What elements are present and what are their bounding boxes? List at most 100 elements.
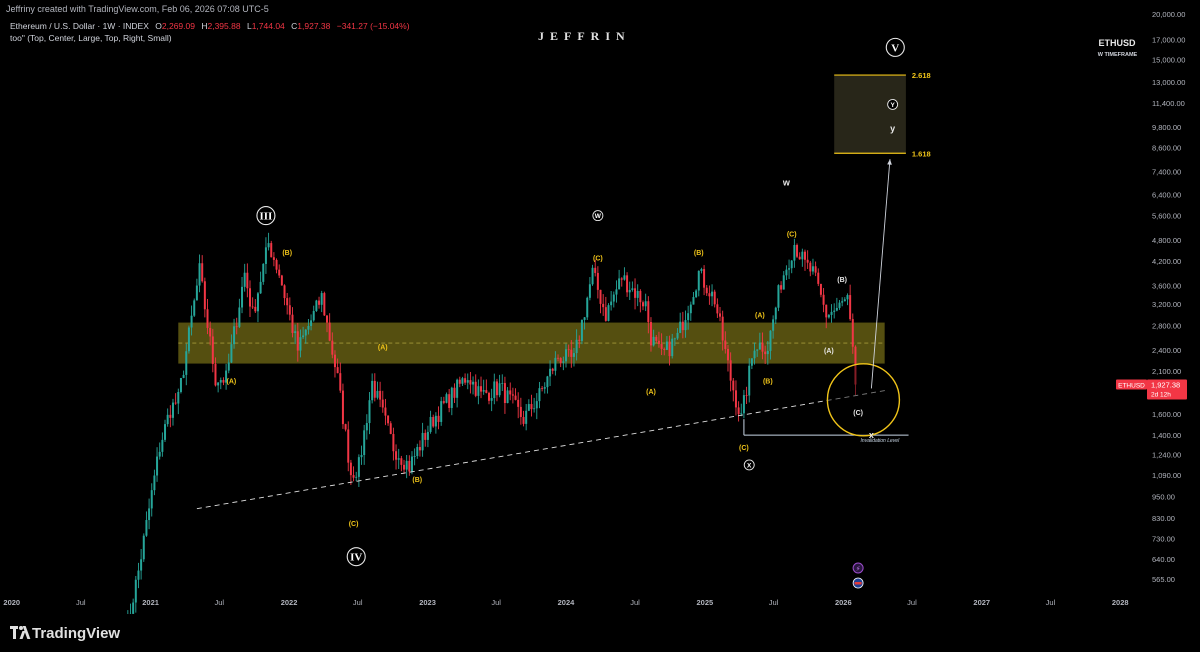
candle-body: [833, 310, 836, 312]
candle-body: [814, 266, 817, 273]
candle-body: [384, 407, 387, 416]
candle-body: [586, 297, 589, 318]
price-tick-label: 3,600.00: [1152, 282, 1181, 291]
price-tick-label: 565.00: [1152, 575, 1175, 584]
candle-body: [612, 294, 615, 302]
time-tick-label: 2021: [142, 598, 159, 607]
candle-body: [424, 432, 427, 440]
candle-body: [527, 404, 530, 411]
candle-body: [602, 303, 605, 308]
wave-label: w: [782, 178, 791, 188]
target-zone: [834, 75, 906, 154]
support-trendline: [196, 389, 888, 510]
candle-body: [222, 380, 225, 383]
candle-body: [493, 381, 496, 399]
candle-body: [631, 288, 634, 290]
candle-body: [636, 290, 639, 298]
candle-body: [169, 414, 172, 418]
price-chart[interactable]: 2.618 1.618 Invalidation Level III IV V W X Yw y x…: [0, 0, 1200, 614]
timeframe-label: W TIMEFRAME: [1097, 52, 1138, 58]
event-flag-stripe: [854, 582, 862, 585]
candle-body: [164, 424, 167, 440]
price-tick-label: 2,800.00: [1152, 321, 1181, 330]
price-tick-label: 11,400.00: [1152, 99, 1185, 108]
price-tick-label: 8,600.00: [1152, 144, 1181, 153]
time-tick-label: 2020: [3, 598, 20, 607]
wave-label: IV: [350, 552, 362, 564]
price-tick-label: 2,400.00: [1152, 346, 1181, 355]
candle-body: [198, 263, 201, 286]
candle-body: [846, 295, 849, 300]
candle-body: [501, 383, 504, 384]
indicator-legend[interactable]: too" (Top, Center, Large, Top, Right, Sm…: [10, 33, 172, 43]
candle-body: [509, 390, 512, 395]
candle-body: [772, 319, 775, 331]
candle-body: [145, 520, 148, 536]
price-tick-label: 6,400.00: [1152, 190, 1181, 199]
candle-body: [681, 321, 684, 331]
candle-body: [817, 272, 820, 284]
symbol-label: ETHUSD: [1098, 38, 1136, 48]
time-tick-label: 2025: [696, 598, 713, 607]
candle-body: [304, 329, 307, 336]
price-tick-label: 7,400.00: [1152, 167, 1181, 176]
candle-body: [740, 413, 743, 415]
candle-body: [655, 336, 658, 341]
wave-label: x: [869, 430, 874, 440]
time-tick-label: Jul: [630, 598, 640, 607]
symbol-price-tag-label: ETHUSD: [1118, 383, 1145, 390]
fib-label: 1.618: [912, 149, 931, 158]
high-value: 2,395.88: [207, 21, 241, 31]
time-tick-label: Jul: [769, 598, 779, 607]
candle-body: [777, 285, 780, 308]
candle-body: [580, 319, 583, 341]
candle-body: [546, 376, 549, 388]
candle-body: [349, 462, 352, 476]
candle-body: [480, 386, 483, 392]
candle-body: [703, 269, 706, 288]
candle-body: [233, 326, 236, 345]
tradingview-logo-text: TradingView: [32, 625, 121, 642]
candle-body: [705, 287, 708, 294]
price-tick-label: 3,200.00: [1152, 300, 1181, 309]
candle-body: [190, 315, 193, 328]
candle-body: [572, 353, 575, 357]
price-tick-label: 1,090.00: [1152, 471, 1181, 480]
candle-body: [788, 268, 791, 270]
candle-body: [267, 243, 270, 248]
price-tick-label: 640.00: [1152, 555, 1175, 564]
candle-body: [588, 284, 591, 298]
candle-body: [697, 270, 700, 291]
wave-label: (A): [227, 378, 237, 385]
candle-body: [171, 402, 174, 418]
candle-body: [426, 431, 429, 440]
candle-body: [211, 336, 214, 364]
candle-body: [827, 314, 830, 318]
candle-body: [596, 272, 599, 290]
candle-body: [819, 283, 822, 295]
candle-body: [541, 388, 544, 389]
tradingview-logo[interactable]: TradingView: [10, 625, 120, 642]
candle-body: [299, 337, 302, 351]
candle-body: [543, 387, 546, 389]
target-circle: [826, 363, 901, 437]
candle-body: [474, 381, 477, 396]
wave-label: (C): [593, 255, 603, 262]
candle-body: [201, 263, 204, 282]
candle-body: [365, 423, 368, 431]
candle-body: [352, 475, 355, 478]
candle-body: [673, 338, 676, 340]
candle-body: [671, 338, 674, 357]
last-price-countdown: 2d 12h: [1151, 392, 1171, 399]
candle-body: [286, 298, 289, 306]
candle-body: [774, 307, 777, 320]
candle-body: [440, 401, 443, 422]
candle-body: [339, 373, 342, 391]
candle-body: [796, 245, 799, 257]
candle-body: [809, 262, 812, 272]
candle-body: [278, 269, 281, 276]
candle-body: [259, 281, 262, 294]
candle-body: [708, 293, 711, 297]
candle-body: [737, 407, 740, 415]
candle-body: [456, 379, 459, 398]
